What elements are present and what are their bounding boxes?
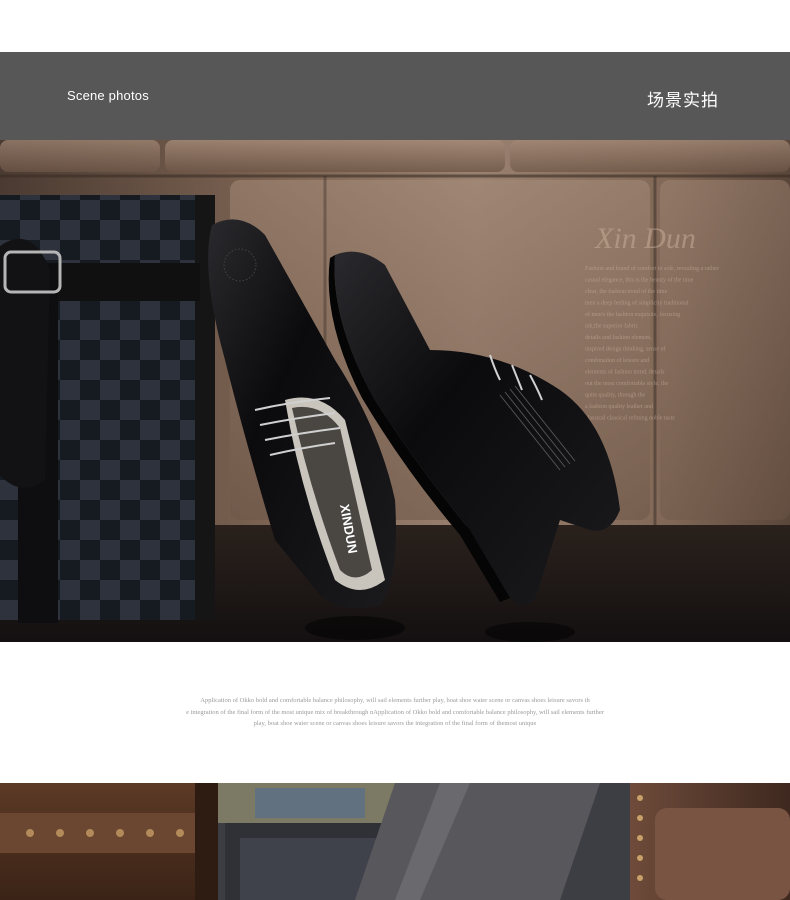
watermark-line: elements of fashion trend, details <box>585 369 665 376</box>
top-spacer <box>0 0 790 52</box>
watermark-line: Fashion and brand of comfort to sole, re… <box>585 265 719 272</box>
watermark-line: details and fashion element, <box>585 334 652 341</box>
section-title-cn: 场景实拍 <box>647 91 719 111</box>
scene-photo-shoes-and-bag: Xin Dun Fashion and brand of comfort to … <box>0 140 790 642</box>
watermark-line: clear, the fashion trend of the time <box>585 288 668 295</box>
watermark-line: quite quality, through the <box>585 393 646 399</box>
watermark-brand: Xin Dun <box>594 222 696 255</box>
watermark-line: classical classical refining noble taste <box>585 415 675 422</box>
caption-line: play, boat shoe water scene or canvas sh… <box>253 720 537 727</box>
trouser-leg <box>355 783 600 900</box>
watermark-line: a fashion quality leather and <box>585 403 653 410</box>
watermark-line: casual elegance, this is the beauty of t… <box>585 277 694 284</box>
leather-trunk <box>0 783 218 900</box>
caption-line: Application of Okko bold and comfortable… <box>200 697 590 704</box>
leather-chair <box>630 783 790 900</box>
checkered-bag <box>0 195 215 623</box>
watermark-line: of men's the fashion exquisite, focusing <box>585 311 680 318</box>
scene-photo-office <box>0 783 790 900</box>
watermark-line: out the most comfortable style, the <box>585 380 669 387</box>
watermark-line: combination of leisure and <box>585 357 649 364</box>
watermark-line: inspired design thinking, sense of <box>585 346 666 353</box>
watermark-line: ink,the superior fabric <box>585 323 638 330</box>
scene-caption: Application of Okko bold and comfortable… <box>120 695 670 730</box>
section-header-banner: Scene photos 场景实拍 <box>0 52 790 140</box>
section-title-en: Scene photos <box>67 88 149 103</box>
caption-line: e integration of the final form of the m… <box>186 708 604 716</box>
watermark-line: men a deep feeling of simplicity traditi… <box>585 300 689 307</box>
